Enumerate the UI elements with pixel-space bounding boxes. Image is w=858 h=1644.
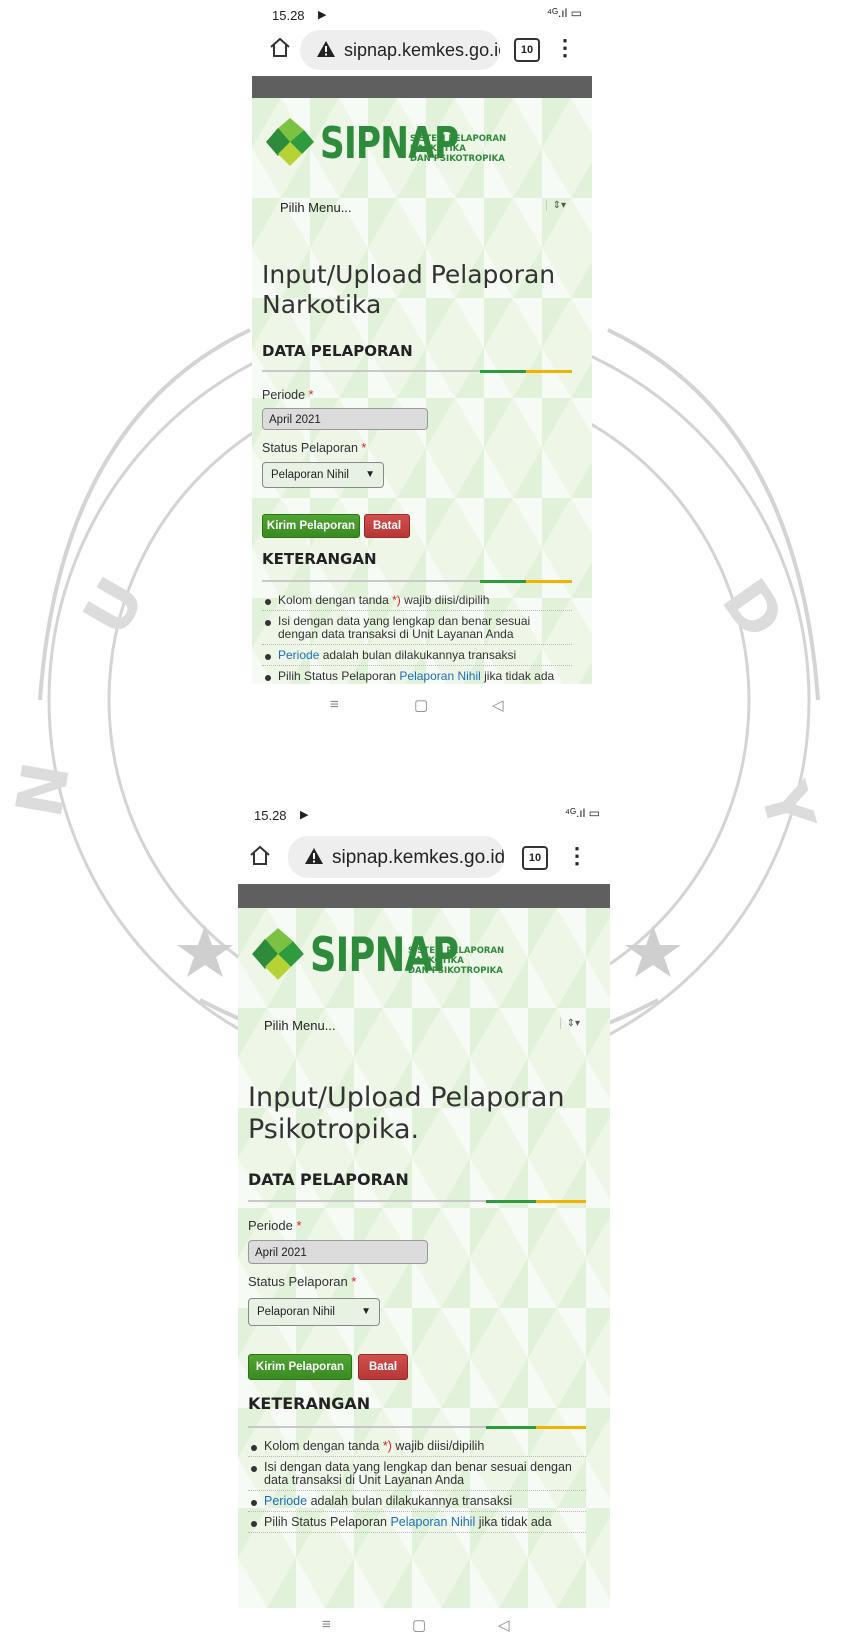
media-play-icon: ▶: [318, 9, 327, 21]
page-title: Input/Upload Pelaporan Narkotika: [262, 260, 556, 319]
tab-switcher-button[interactable]: 10: [522, 846, 548, 870]
section-divider: [262, 370, 572, 373]
status-pelaporan-label: Status Pelaporan *: [262, 441, 367, 455]
status-pelaporan-select[interactable]: Pelaporan Nihil ▼: [262, 462, 384, 488]
select-arrows-icon: ⇕▾: [545, 200, 566, 211]
address-bar[interactable]: sipnap.kemkes.go.id/se: [288, 836, 504, 878]
data-pelaporan-heading: DATA PELAPORAN: [248, 1170, 409, 1189]
browser-toolbar: sipnap.kemkes.go.id/se 10 ⋮: [238, 830, 610, 884]
logo-subtitle: SISTEM PELAPORAN NARKOTIKA DAN PSIKOTROP…: [408, 946, 505, 976]
list-item: Isi dengan data yang lengkap dan benar s…: [248, 1461, 586, 1491]
section-divider: [248, 1200, 586, 1203]
keterangan-list: Kolom dengan tanda *) wajib diisi/dipili…: [262, 594, 572, 684]
sipnap-logo: SIPNAP SISTEM PELAPORAN NARKOTIKA DAN PS…: [250, 924, 530, 990]
batal-button[interactable]: Batal: [358, 1354, 408, 1380]
page-content: SIPNAP SISTEM PELAPORAN NARKOTIKA DAN PS…: [252, 98, 592, 684]
screenshot-narkotika: 15.28 ▶ ⁴ᴳ.ıl ▭ sipnap.kemkes.go.id/se 1…: [0, 0, 858, 720]
kirim-pelaporan-button[interactable]: Kirim Pelaporan: [248, 1354, 352, 1380]
home-button-icon[interactable]: ▢: [412, 1616, 426, 1634]
chevron-down-icon: ▼: [365, 469, 375, 480]
back-icon[interactable]: ◁: [498, 1616, 510, 1634]
android-nav-bar: ≡ ▢ ◁: [238, 1610, 610, 1640]
keterangan-heading: KETERANGAN: [262, 550, 377, 568]
periode-label: Periode *: [262, 388, 314, 402]
page-content: SIPNAP SISTEM PELAPORAN NARKOTIKA DAN PS…: [238, 908, 610, 1608]
warning-icon: [305, 848, 323, 864]
recents-icon[interactable]: ≡: [322, 1616, 331, 1633]
browser-menu-icon[interactable]: ⋮: [566, 842, 588, 870]
sipnap-logo: SIPNAP SISTEM PELAPORAN NARKOTIKA DAN PS…: [264, 114, 524, 174]
tab-switcher-button[interactable]: 10: [514, 38, 540, 62]
list-item: Kolom dengan tanda *) wajib diisi/dipili…: [262, 594, 572, 611]
list-item: Isi dengan data yang lengkap dan benar s…: [262, 615, 572, 645]
page-title: Input/Upload Pelaporan Psikotropika.: [248, 1082, 565, 1145]
menu-select-label: Pilih Menu...: [280, 200, 352, 215]
phone-frame: 15.28 ▶ ⁴ᴳ.ıl ▭ sipnap.kemkes.go.id/se 1…: [252, 0, 592, 720]
section-divider: [262, 580, 572, 583]
status-time: 15.28: [254, 808, 287, 823]
section-divider: [248, 1426, 586, 1429]
home-icon[interactable]: [248, 844, 272, 868]
screenshot-psikotropika: 15.28 ▶ ⁴ᴳ.ıl ▭ sipnap.kemkes.go.id/se 1…: [0, 800, 858, 1644]
browser-toolbar: sipnap.kemkes.go.id/se 10 ⋮: [252, 26, 592, 74]
logo-mark-icon: [252, 928, 304, 980]
periode-link[interactable]: Periode: [278, 648, 319, 662]
page-header-bar: [252, 76, 592, 98]
url-text: sipnap.kemkes.go.id/se: [332, 847, 504, 868]
address-bar[interactable]: sipnap.kemkes.go.id/se: [300, 30, 500, 70]
status-bar: 15.28 ▶ ⁴ᴳ.ıl ▭: [238, 800, 610, 830]
list-item: Kolom dengan tanda *) wajib diisi/dipili…: [248, 1440, 586, 1457]
periode-field[interactable]: April 2021: [248, 1240, 428, 1264]
periode-link[interactable]: Periode: [264, 1494, 307, 1508]
list-item: Periode adalah bulan dilakukannya transa…: [248, 1495, 586, 1512]
periode-field[interactable]: April 2021: [262, 408, 428, 430]
android-nav-bar: ≡ ▢ ◁: [252, 690, 592, 720]
home-button-icon[interactable]: ▢: [414, 696, 428, 714]
select-arrows-icon: ⇕▾: [559, 1018, 580, 1029]
status-pelaporan-label: Status Pelaporan *: [248, 1274, 357, 1289]
status-time: 15.28: [272, 8, 305, 23]
menu-select[interactable]: Pilih Menu... ⇕▾: [272, 190, 572, 226]
keterangan-list: Kolom dengan tanda *) wajib diisi/dipili…: [248, 1440, 586, 1537]
logo-mark-icon: [266, 118, 314, 166]
kirim-pelaporan-button[interactable]: Kirim Pelaporan: [262, 514, 360, 538]
pelaporan-nihil-link[interactable]: Pelaporan Nihil: [399, 669, 480, 683]
list-item: Periode adalah bulan dilakukannya transa…: [262, 649, 572, 666]
media-play-icon: ▶: [300, 809, 309, 821]
menu-select[interactable]: Pilih Menu... ⇕▾: [256, 1008, 586, 1044]
recents-icon[interactable]: ≡: [330, 696, 339, 713]
home-icon[interactable]: [268, 36, 292, 60]
periode-label: Periode *: [248, 1218, 302, 1233]
list-item: Pilih Status Pelaporan Pelaporan Nihil j…: [248, 1516, 586, 1533]
url-text: sipnap.kemkes.go.id/se: [344, 40, 500, 60]
chevron-down-icon: ▼: [361, 1306, 371, 1317]
warning-icon: [317, 41, 335, 57]
batal-button[interactable]: Batal: [364, 514, 410, 538]
status-pelaporan-select[interactable]: Pelaporan Nihil ▼: [248, 1298, 380, 1326]
list-item: Pilih Status Pelaporan Pelaporan Nihil j…: [262, 670, 572, 684]
page-header-bar: [238, 884, 610, 908]
menu-select-label: Pilih Menu...: [264, 1018, 336, 1033]
keterangan-heading: KETERANGAN: [248, 1394, 371, 1413]
signal-battery-icon: ⁴ᴳ.ıl ▭: [546, 6, 582, 20]
browser-menu-icon[interactable]: ⋮: [554, 34, 576, 62]
back-icon[interactable]: ◁: [492, 696, 504, 714]
data-pelaporan-heading: DATA PELAPORAN: [262, 342, 413, 360]
phone-frame: 15.28 ▶ ⁴ᴳ.ıl ▭ sipnap.kemkes.go.id/se 1…: [238, 800, 610, 1644]
signal-battery-icon: ⁴ᴳ.ıl ▭: [564, 806, 600, 820]
pelaporan-nihil-link[interactable]: Pelaporan Nihil: [390, 1515, 475, 1529]
logo-subtitle: SISTEM PELAPORAN NARKOTIKA DAN PSIKOTROP…: [410, 134, 507, 164]
